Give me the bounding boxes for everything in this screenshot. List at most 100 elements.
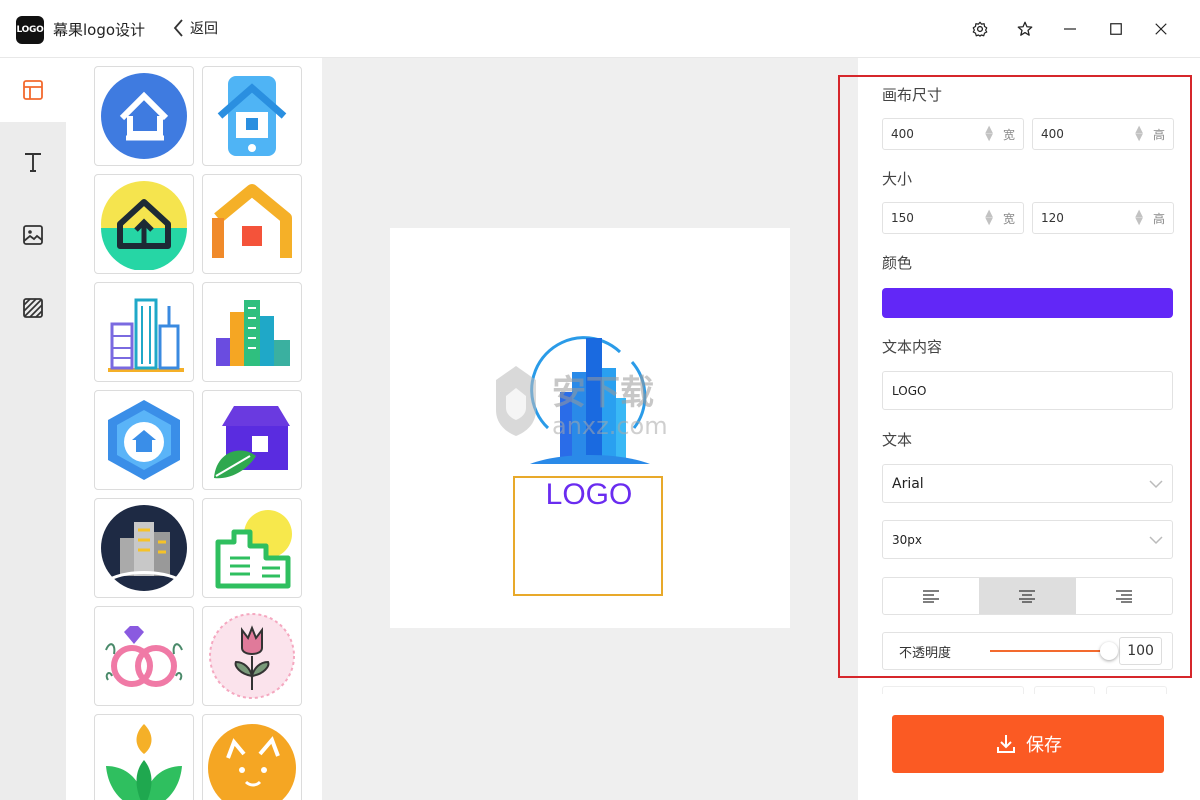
template-building-sun[interactable] — [202, 498, 302, 598]
canvas-width-input[interactable]: 400 ▲ ▼ 宽 — [882, 118, 1024, 150]
size-width-unit: 宽 — [1002, 211, 1015, 226]
hexagon-house-icon — [108, 400, 180, 480]
app-logo: LOGO — [16, 16, 44, 44]
chevron-down-icon — [1149, 535, 1163, 544]
favorite-button[interactable] — [1012, 16, 1038, 42]
canvas-width-value: 400 — [891, 127, 914, 141]
text-icon — [25, 153, 41, 172]
image-icon — [23, 225, 43, 245]
app-title: 幕果logo设计 — [53, 21, 146, 39]
cat-icon — [208, 724, 296, 800]
download-icon — [997, 735, 1015, 753]
save-label: 保存 — [1026, 735, 1062, 756]
canvas-height-value: 400 — [1041, 127, 1064, 141]
layout-icon — [23, 80, 43, 100]
maximize-button[interactable] — [1103, 16, 1129, 42]
chevron-left-icon — [173, 19, 183, 37]
template-night-building[interactable] — [94, 498, 194, 598]
close-button[interactable] — [1148, 16, 1174, 42]
spinner-icon[interactable]: ▲ ▼ — [985, 125, 993, 143]
text-align-group — [882, 577, 1173, 615]
spinner-icon[interactable]: ▲ ▼ — [1135, 209, 1143, 227]
template-store-leaf[interactable] — [202, 390, 302, 490]
template-phone-house[interactable] — [202, 66, 302, 166]
tool-image[interactable] — [0, 203, 66, 267]
align-left-icon — [923, 590, 940, 603]
align-left-button[interactable] — [883, 578, 979, 614]
size-width-value: 150 — [891, 211, 914, 225]
pattern-icon — [23, 298, 43, 318]
minimize-button[interactable] — [1057, 16, 1083, 42]
watermark-text: 安下载 — [552, 373, 654, 413]
align-center-button[interactable] — [979, 578, 1076, 614]
settings-button[interactable] — [967, 16, 993, 42]
minimize-icon — [1064, 28, 1076, 30]
size-height-input[interactable]: 120 ▲ ▼ 高 — [1032, 202, 1174, 234]
spinner-icon[interactable]: ▲ ▼ — [1135, 125, 1143, 143]
canvas-height-input[interactable]: 400 ▲ ▼ 高 — [1032, 118, 1174, 150]
opacity-slider[interactable] — [989, 641, 1119, 661]
template-wedding-rings[interactable] — [94, 606, 194, 706]
canvas-height-unit: 高 — [1152, 127, 1165, 142]
buildings-icon — [108, 298, 184, 372]
template-house-yellow[interactable] — [94, 174, 194, 274]
app-window: LOGO 幕果logo设计 返回 LOGO 安下载 anxz.com 画布尺寸 … — [0, 0, 1200, 800]
back-button[interactable]: 返回 — [172, 18, 218, 38]
tool-background[interactable] — [0, 276, 66, 340]
template-orange-cat[interactable] — [202, 714, 302, 800]
star-icon — [1017, 21, 1033, 36]
size-height-value: 120 — [1041, 211, 1064, 225]
house-gradient-icon — [212, 184, 292, 258]
template-leaf-bud[interactable] — [94, 714, 194, 800]
color-picker[interactable] — [882, 288, 1173, 318]
tool-templates[interactable] — [0, 58, 66, 122]
tulip-icon — [209, 613, 295, 699]
maximize-icon — [1110, 23, 1122, 35]
size-height-unit: 高 — [1152, 211, 1165, 226]
font-size-value: 30px — [892, 532, 922, 547]
font-size-select[interactable]: 30px — [882, 520, 1173, 559]
opacity-control: 不透明度 100 — [882, 632, 1173, 670]
spinner-icon[interactable]: ▲ ▼ — [985, 209, 993, 227]
night-building-icon — [101, 505, 187, 591]
home-upload-icon — [101, 181, 187, 270]
template-list — [66, 58, 322, 800]
template-city-lineart[interactable] — [94, 282, 194, 382]
save-button[interactable]: 保存 — [892, 715, 1164, 773]
canvas-size-label: 画布尺寸 — [882, 86, 943, 104]
template-house-blue[interactable] — [94, 66, 194, 166]
template-hexagon[interactable] — [94, 390, 194, 490]
text-content-label: 文本内容 — [882, 338, 943, 356]
align-right-button[interactable] — [1076, 578, 1172, 614]
watermark: 安下载 anxz.com — [496, 366, 668, 440]
house-logo-icon — [101, 73, 187, 159]
hidden-control — [882, 686, 1024, 694]
canvas-width-unit: 宽 — [1002, 127, 1015, 142]
close-icon — [1155, 23, 1167, 35]
font-family-select[interactable]: Arial — [882, 464, 1173, 503]
slider-thumb[interactable] — [1100, 642, 1119, 660]
template-city-color[interactable] — [202, 282, 302, 382]
watermark-domain: anxz.com — [552, 412, 668, 440]
store-leaf-icon — [214, 406, 290, 479]
font-family-value: Arial — [892, 475, 924, 492]
opacity-value-input[interactable]: 100 — [1119, 637, 1162, 665]
settings-icon — [972, 21, 988, 37]
selected-text-box[interactable] — [513, 476, 663, 596]
hidden-control — [1034, 686, 1095, 694]
opacity-label: 不透明度 — [899, 645, 952, 661]
hidden-control — [1106, 686, 1167, 694]
template-tulip[interactable] — [202, 606, 302, 706]
design-canvas[interactable]: LOGO 安下载 anxz.com — [390, 228, 790, 628]
tool-text[interactable] — [0, 130, 66, 194]
size-label: 大小 — [882, 170, 913, 188]
text-content-input[interactable]: LOGO — [882, 371, 1173, 410]
rings-icon — [105, 626, 183, 687]
align-center-icon — [1019, 590, 1036, 603]
slider-fill — [989, 650, 1110, 652]
color-label: 颜色 — [882, 254, 913, 272]
back-label: 返回 — [190, 21, 218, 37]
title-bar: LOGO 幕果logo设计 返回 — [0, 0, 1200, 58]
template-house-orange[interactable] — [202, 174, 302, 274]
size-width-input[interactable]: 150 ▲ ▼ 宽 — [882, 202, 1024, 234]
